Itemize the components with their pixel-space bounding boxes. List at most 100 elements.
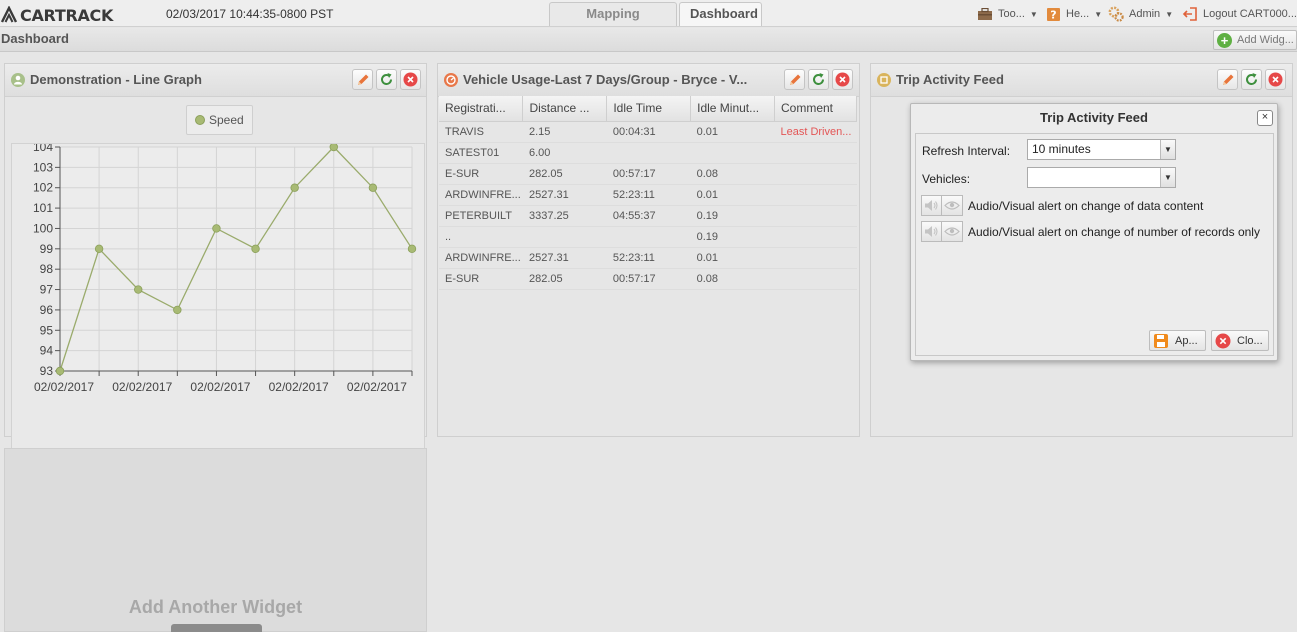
plot-background (60, 147, 412, 371)
alert-record-count-row: Audio/Visual alert on change of number o… (921, 221, 1260, 242)
refresh-widget-button[interactable] (376, 69, 397, 90)
vehicles-select[interactable]: ▼ (1027, 167, 1176, 188)
cell-idle-minutes: 0.08 (690, 163, 775, 185)
logout-link[interactable]: Logout CART000... (1182, 6, 1297, 22)
svg-text:?: ? (1050, 8, 1056, 21)
legend-label: Speed (209, 113, 244, 127)
cell-comment (774, 184, 857, 206)
sub-bar: Dashboard + Add Widg... (0, 28, 1297, 52)
y-tick-label: 97 (40, 283, 54, 297)
chart-legend[interactable]: Speed (186, 105, 253, 135)
table-row[interactable]: .. 0.19 (439, 226, 857, 248)
user-icon (11, 73, 25, 87)
y-tick-label: 100 (33, 221, 53, 235)
close-icon (403, 72, 418, 87)
y-tick-label: 95 (40, 323, 54, 337)
cell-comment (774, 163, 857, 185)
visual-alert-toggle[interactable] (942, 195, 963, 216)
y-tick-label: 93 (40, 364, 54, 378)
edit-widget-button[interactable] (784, 69, 805, 90)
close-button[interactable]: Clo... (1211, 330, 1269, 351)
audio-alert-toggle[interactable] (921, 221, 942, 242)
help-menu[interactable]: ? He... ▼ (1046, 6, 1102, 22)
chevron-down-icon: ▼ (1160, 140, 1175, 159)
column-header-distance[interactable]: Distance ... (522, 96, 608, 122)
widget-title: Trip Activity Feed (896, 72, 1004, 87)
cell-comment (774, 205, 857, 227)
y-tick-label: 101 (33, 201, 53, 215)
cell-distance (522, 226, 607, 248)
visual-alert-toggle[interactable] (942, 221, 963, 242)
apply-button[interactable]: Ap... (1149, 330, 1206, 351)
refresh-widget-button[interactable] (1241, 69, 1262, 90)
cell-comment (774, 247, 857, 269)
widget-header: Demonstration - Line Graph (5, 64, 426, 97)
cartrack-logo[interactable]: CARTRACK (0, 5, 113, 25)
refresh-interval-value: 10 minutes (1032, 142, 1091, 156)
table-row[interactable]: PETERBUILT 3337.25 04:55:37 0.19 (439, 205, 857, 227)
column-header-idle-minutes[interactable]: Idle Minut... (690, 96, 775, 122)
cell-registration: ARDWINFRE... (439, 184, 523, 206)
close-widget-button[interactable] (832, 69, 853, 90)
refresh-interval-label: Refresh Interval: (922, 144, 1011, 158)
table-row[interactable]: SATEST01 6.00 (439, 142, 857, 164)
cell-idle-time: 52:23:11 (606, 247, 691, 269)
add-widget-button[interactable]: + Add Widg... (1213, 30, 1297, 50)
table-row[interactable]: E-SUR 282.05 00:57:17 0.08 (439, 268, 857, 290)
widget-header: Trip Activity Feed (871, 64, 1292, 97)
refresh-widget-button[interactable] (808, 69, 829, 90)
close-icon (1268, 72, 1283, 87)
table-row[interactable]: ARDWINFRE... 2527.31 52:23:11 0.01 (439, 247, 857, 269)
close-widget-button[interactable] (400, 69, 421, 90)
cell-distance: 282.05 (522, 268, 607, 290)
table-row[interactable]: TRAVIS 2.15 00:04:31 0.01 Least Driven..… (439, 121, 857, 143)
cell-idle-time: 00:57:17 (606, 163, 691, 185)
column-header-comment[interactable]: Comment (774, 96, 858, 122)
apply-label: Ap... (1175, 334, 1198, 347)
column-header-registration[interactable]: Registrati... (439, 96, 524, 122)
logout-label: Logout CART000... (1203, 8, 1297, 20)
audio-alert-toggle[interactable] (921, 195, 942, 216)
tools-menu[interactable]: Too... ▼ (977, 6, 1038, 22)
dialog-body: Refresh Interval: 10 minutes ▼ Vehicles:… (915, 133, 1274, 356)
tab-mapping-manager[interactable]: Mapping Manager (549, 2, 677, 43)
close-widget-button[interactable] (1265, 69, 1286, 90)
widget-title: Demonstration - Line Graph (30, 72, 202, 87)
admin-gear-icon (1108, 6, 1124, 22)
pencil-icon (357, 74, 368, 85)
line-chart: 93 94 95 96 97 98 99 100 101 102 103 104 02/02/2017 0… (33, 140, 417, 394)
add-another-widget-button[interactable] (171, 624, 262, 632)
cell-comment: Least Driven... (774, 121, 857, 143)
widget-vehicle-usage: Vehicle Usage-Last 7 Days/Group - Bryce … (437, 63, 860, 437)
x-tick-label: 02/02/2017 (269, 380, 329, 394)
cell-distance: 282.05 (522, 163, 607, 185)
vehicle-usage-icon (444, 73, 458, 87)
add-widget-label: Add Widg... (1237, 34, 1294, 46)
y-tick-label: 102 (33, 181, 53, 195)
cell-idle-time (606, 226, 691, 248)
chevron-down-icon: ▼ (1160, 168, 1175, 187)
cell-idle-minutes: 0.08 (690, 268, 775, 290)
widget-title: Vehicle Usage-Last 7 Days/Group - Bryce … (463, 72, 748, 87)
cell-comment (774, 142, 857, 164)
edit-widget-button[interactable] (1217, 69, 1238, 90)
cell-registration: SATEST01 (439, 142, 523, 164)
table-row[interactable]: E-SUR 282.05 00:57:17 0.08 (439, 163, 857, 185)
edit-widget-button[interactable] (352, 69, 373, 90)
tools-menu-label: Too... (998, 8, 1025, 20)
admin-menu[interactable]: Admin ▼ (1108, 6, 1173, 22)
tab-dashboard[interactable]: Dashboard (679, 2, 762, 26)
save-icon (1154, 333, 1168, 348)
refresh-icon (381, 73, 392, 85)
column-header-idle-time[interactable]: Idle Time (606, 96, 692, 122)
x-tick-label: 02/02/2017 (190, 380, 250, 394)
refresh-interval-select[interactable]: 10 minutes ▼ (1027, 139, 1176, 160)
logout-icon (1182, 7, 1197, 21)
x-tick-label: 02/02/2017 (112, 380, 172, 394)
dialog-close-button[interactable]: × (1257, 110, 1273, 126)
y-tick-label: 99 (40, 242, 54, 256)
chevron-down-icon: ▼ (1094, 9, 1103, 19)
add-another-widget-slot[interactable]: Add Another Widget (4, 448, 427, 632)
cell-distance: 6.00 (522, 142, 607, 164)
table-row[interactable]: ARDWINFRE... 2527.31 52:23:11 0.01 (439, 184, 857, 206)
